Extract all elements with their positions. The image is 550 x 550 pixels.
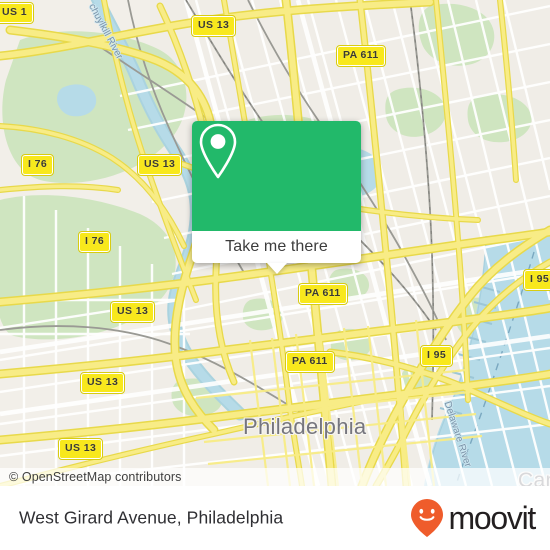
map-attribution: © OpenStreetMap contributors [0, 468, 550, 486]
philadelphia-label: Philadelphia [243, 414, 367, 439]
shield-us-13-n: US 13 [190, 15, 237, 37]
map-screen: US 1 US 13 PA 611 I 76 US 13 I 76 I 95 PA 611 US… [0, 0, 550, 550]
shield-i-76-nw: I 76 [20, 154, 55, 176]
shield-us-1: US 1 [0, 2, 34, 24]
popup-pin-area [192, 121, 361, 231]
shield-pa-611-s: PA 611 [285, 351, 335, 373]
location-pin-icon [199, 123, 237, 179]
map-canvas[interactable]: US 1 US 13 PA 611 I 76 US 13 I 76 I 95 PA 611 US… [0, 0, 550, 486]
shield-pa-611-n: PA 611 [336, 45, 386, 67]
shield-i-76-sw: I 76 [77, 231, 112, 253]
destination-popup-card[interactable]: Take me there [192, 121, 361, 274]
moovit-wordmark: moovit [448, 500, 537, 536]
moovit-logo: moovit [410, 498, 537, 538]
moovit-pin-smile-icon [410, 499, 443, 537]
take-me-there-button[interactable]: Take me there [192, 231, 361, 274]
shield-us-13-sw: US 13 [79, 372, 126, 394]
footer-bar: West Girard Avenue, Philadelphia moovit [0, 486, 550, 550]
attribution-text: © OpenStreetMap contributors [9, 470, 182, 484]
shield-i-95-se: I 95 [419, 345, 454, 367]
popup-tail [266, 263, 287, 274]
shield-us-13-w: US 13 [136, 154, 183, 176]
shield-i-95-ne: I 95 [522, 269, 550, 291]
location-title: West Girard Avenue, Philadelphia [19, 507, 284, 528]
shield-us-13-c: US 13 [109, 301, 156, 323]
shield-us-13-s: US 13 [57, 438, 104, 460]
take-me-there-label: Take me there [225, 238, 328, 255]
shield-pa-611-c: PA 611 [298, 283, 348, 305]
